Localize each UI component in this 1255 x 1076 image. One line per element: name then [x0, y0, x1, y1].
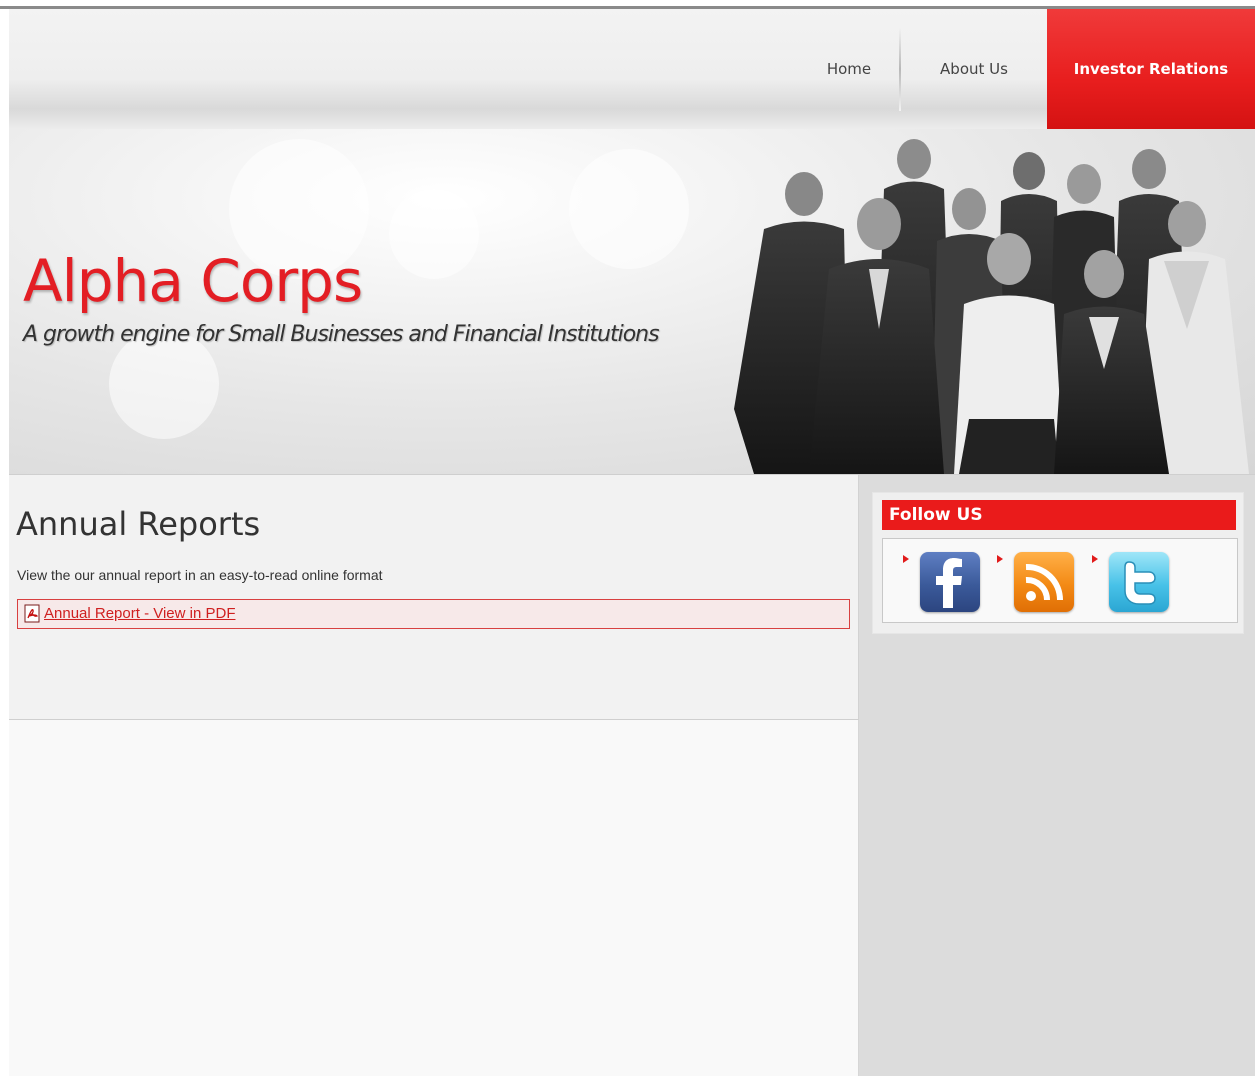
arrow-icon [997, 555, 1003, 563]
follow-us-title: Follow US [882, 500, 1236, 530]
arrow-icon [1092, 555, 1098, 563]
content-lower-area [9, 720, 859, 1076]
social-links [882, 538, 1238, 623]
page-title: Annual Reports [16, 505, 261, 543]
page-description: View the our annual report in an easy-to… [17, 567, 383, 583]
follow-us-widget: Follow US [872, 492, 1244, 634]
sidebar: Follow US [859, 475, 1255, 1076]
brand-tagline: A growth engine for Small Businesses and… [23, 322, 660, 347]
twitter-icon[interactable] [1109, 552, 1169, 612]
brand-name: Alpha Corps [23, 247, 363, 315]
facebook-icon[interactable] [920, 552, 980, 612]
banner-bokeh [569, 149, 689, 269]
report-row: Annual Report - View in PDF [17, 599, 850, 629]
nav-home[interactable]: Home [799, 9, 899, 129]
pdf-icon [24, 604, 40, 623]
annual-report-pdf-link[interactable]: Annual Report - View in PDF [44, 605, 235, 622]
nav-separator [899, 27, 901, 111]
nav-investor-relations[interactable]: Investor Relations [1047, 9, 1255, 129]
rss-icon[interactable] [1014, 552, 1074, 612]
main-content: Annual Reports View the our annual repor… [9, 475, 859, 720]
hero-banner: Alpha Corps A growth engine for Small Bu… [9, 129, 1255, 475]
header-nav: Home About Us Investor Relations [9, 9, 1255, 129]
arrow-icon [903, 555, 909, 563]
banner-bokeh [389, 189, 479, 279]
team-photo [734, 139, 1249, 474]
nav-about-us[interactable]: About Us [902, 9, 1046, 129]
page: Home About Us Investor Relations Alpha C… [9, 9, 1255, 1076]
